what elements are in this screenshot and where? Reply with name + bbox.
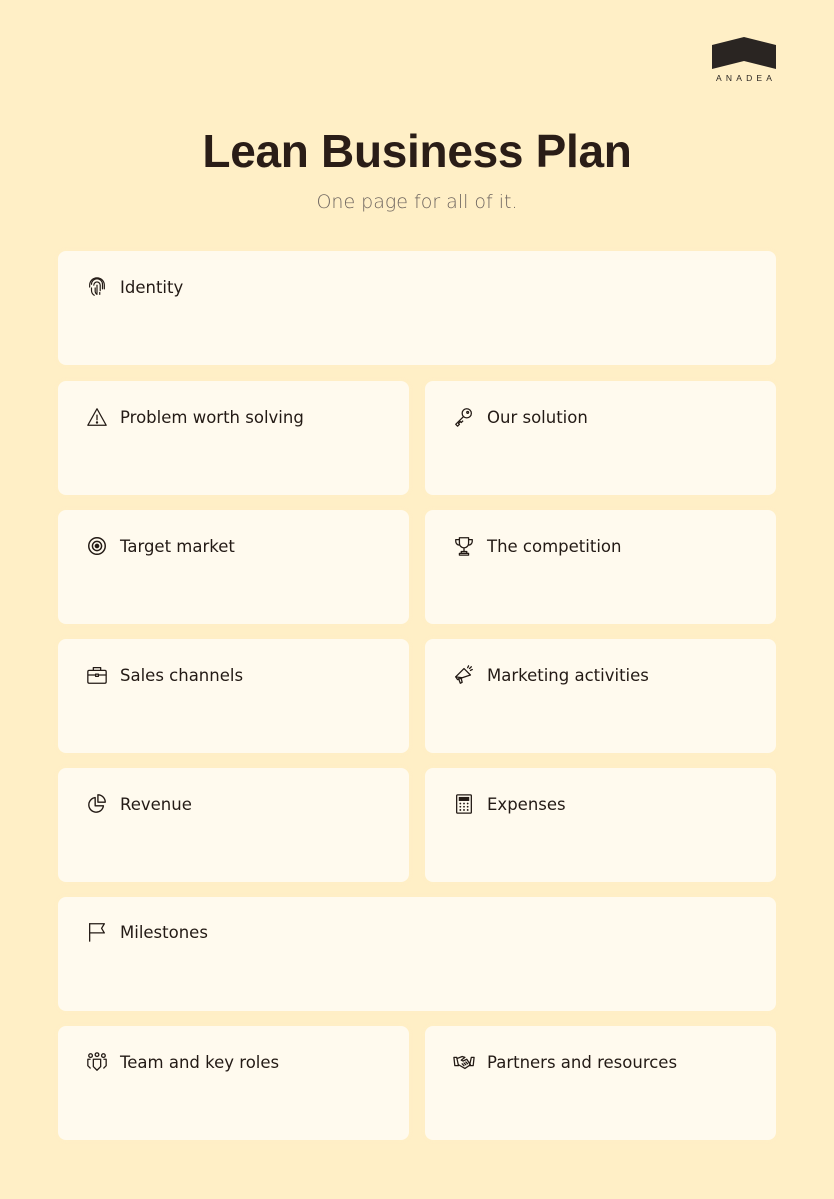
section-label: Partners and resources <box>487 1052 678 1072</box>
section-label: Identity <box>120 277 184 297</box>
section-label: The competition <box>487 536 622 556</box>
team-icon <box>86 1051 108 1073</box>
handshake-icon <box>453 1051 475 1073</box>
section-label: Our solution <box>487 407 588 427</box>
warning-triangle-icon <box>86 406 108 428</box>
section-label: Sales channels <box>120 665 244 685</box>
section-label: Milestones <box>120 922 208 942</box>
section-label: Revenue <box>120 794 192 814</box>
briefcase-icon <box>86 664 108 686</box>
section-label: Problem worth solving <box>120 407 304 427</box>
flag-icon <box>86 921 108 943</box>
section-label: Team and key roles <box>120 1052 280 1072</box>
section-card-milestones[interactable]: Milestones <box>58 897 776 1011</box>
page-subtitle: One page for all of it. <box>316 191 518 213</box>
target-icon <box>86 535 108 557</box>
fingerprint-icon <box>86 276 108 298</box>
section-card-expenses[interactable]: Expenses <box>425 768 776 882</box>
section-label: Target market <box>120 536 235 556</box>
section-card-target-market[interactable]: Target market <box>58 510 409 624</box>
section-card-team[interactable]: Team and key roles <box>58 1026 409 1140</box>
section-card-solution[interactable]: Our solution <box>425 381 776 495</box>
section-card-problem[interactable]: Problem worth solving <box>58 381 409 495</box>
section-card-identity[interactable]: Identity <box>58 251 776 365</box>
section-card-sales-channels[interactable]: Sales channels <box>58 639 409 753</box>
page-title: Lean Business Plan <box>202 125 632 177</box>
section-card-competition[interactable]: The competition <box>425 510 776 624</box>
trophy-icon <box>453 535 475 557</box>
section-card-revenue[interactable]: Revenue <box>58 768 409 882</box>
section-card-partners[interactable]: Partners and resources <box>425 1026 776 1140</box>
pie-chart-icon <box>86 793 108 815</box>
section-label: Marketing activities <box>487 665 649 685</box>
logo-mark-icon <box>712 37 776 69</box>
section-label: Expenses <box>487 794 566 814</box>
section-card-marketing[interactable]: Marketing activities <box>425 639 776 753</box>
calculator-icon <box>453 793 475 815</box>
key-icon <box>453 406 475 428</box>
anadea-logo: ANADEA <box>712 37 776 83</box>
megaphone-icon <box>453 664 475 686</box>
logo-text: ANADEA <box>716 73 777 83</box>
